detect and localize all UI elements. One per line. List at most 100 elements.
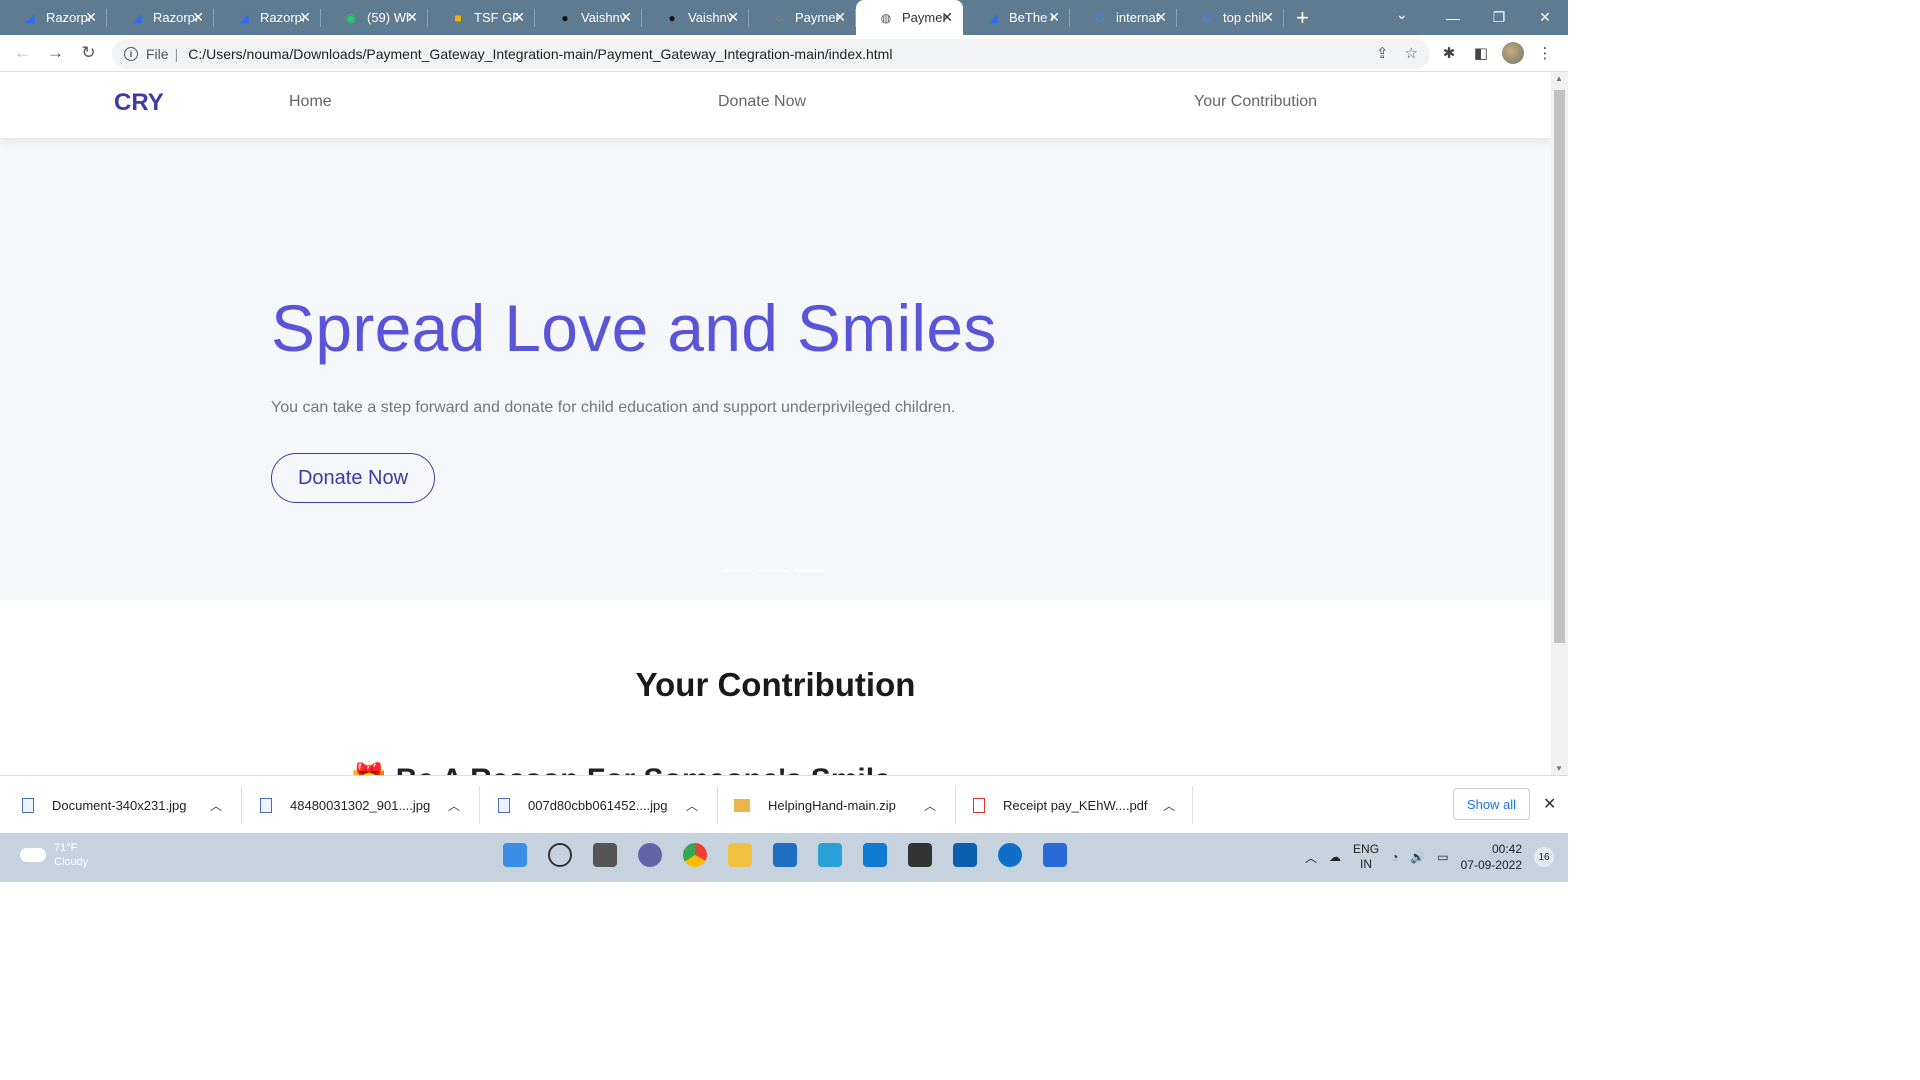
address-bar[interactable]: i File | C:/Users/nouma/Downloads/Paymen… [112, 39, 1430, 69]
browser-tab[interactable]: ○ Paymen ✕ [749, 0, 856, 35]
google-icon: G [1095, 10, 1105, 25]
scroll-down-arrow-icon[interactable]: ▼ [1555, 764, 1563, 773]
close-tab-icon[interactable]: ✕ [834, 9, 846, 26]
microsoft-store-icon[interactable] [953, 843, 977, 867]
side-panel-icon[interactable]: ◧ [1470, 39, 1492, 67]
volume-icon[interactable]: 🔊 [1410, 850, 1425, 864]
info-icon[interactable]: i [124, 47, 138, 61]
app-icon[interactable] [1043, 843, 1067, 867]
carousel-indicator-3[interactable] [794, 569, 824, 572]
share-icon[interactable]: ⇪ [1376, 44, 1389, 62]
section-title: Your Contribution [635, 666, 916, 703]
browser-tab[interactable]: ◢ BeThe C✕ [963, 0, 1070, 35]
close-tab-icon[interactable]: ✕ [299, 9, 311, 26]
clock[interactable]: 00:42 07-09-2022 [1461, 841, 1522, 873]
desktop-icon[interactable] [818, 843, 842, 867]
tab-search-icon[interactable]: ⌄ [1396, 6, 1408, 23]
close-tab-icon[interactable]: ✕ [620, 9, 632, 26]
download-item[interactable]: HelpingHand-main.zip ︿ [734, 776, 936, 834]
onedrive-cloud-icon[interactable]: ☁ [1329, 850, 1341, 864]
razorpay-icon: ◢ [132, 10, 142, 25]
browser-tab[interactable]: ● Vaishnv ✕ [642, 0, 749, 35]
forward-button[interactable]: → [39, 38, 72, 68]
browser-tab[interactable]: ● Vaishnv ✕ [535, 0, 642, 35]
download-filename: 007d80cbb061452....jpg [528, 797, 668, 813]
nav-home-link[interactable]: Home [289, 93, 332, 111]
bookmark-star-icon[interactable]: ☆ [1405, 44, 1418, 62]
browser-tab[interactable]: ◢ Razorpa✕ [107, 0, 214, 35]
file-explorer-icon[interactable] [728, 843, 752, 867]
store-icon[interactable] [773, 843, 797, 867]
close-tab-icon[interactable]: ✕ [406, 9, 418, 26]
browser-tab[interactable]: ■ TSF GRI✕ [428, 0, 535, 35]
page-scrollbar[interactable]: ▲ ▼ [1551, 72, 1568, 775]
nav-contribution-link[interactable]: Your Contribution [1194, 93, 1317, 111]
razorpay-icon: ◢ [25, 10, 35, 25]
restore-button[interactable]: ❐ [1476, 0, 1522, 35]
show-all-button[interactable]: Show all [1453, 788, 1530, 820]
menu-icon[interactable]: ⋮ [1534, 39, 1556, 67]
chevron-up-icon[interactable]: ︿ [210, 797, 222, 814]
donate-now-button[interactable]: Donate Now [271, 453, 435, 503]
minimize-button[interactable]: — [1430, 0, 1476, 35]
extensions-icon[interactable]: ✱ [1438, 39, 1460, 67]
browser-tab[interactable]: ◉ (59) Wh ✕ [321, 0, 428, 35]
divider [479, 786, 480, 824]
image-file-icon [22, 797, 34, 813]
close-tab-icon[interactable]: ✕ [1262, 9, 1274, 26]
browser-tab[interactable]: Ginternat ✕ [1070, 0, 1177, 35]
chat-icon[interactable] [638, 843, 662, 867]
close-tab-icon[interactable]: ✕ [727, 9, 739, 26]
profile-avatar[interactable] [1502, 42, 1524, 64]
battery-icon[interactable]: ▭ [1437, 850, 1448, 864]
download-item[interactable]: 48480031302_901....jpg ︿ [260, 776, 460, 834]
chevron-up-icon[interactable]: ︿ [686, 797, 698, 814]
back-button[interactable]: ← [6, 38, 39, 68]
browser-tab[interactable]: ◢ Razorpa✕ [0, 0, 107, 35]
image-file-icon [260, 797, 272, 813]
chevron-up-icon[interactable]: ︿ [1305, 849, 1317, 866]
language-indicator[interactable]: ENG IN [1353, 842, 1379, 872]
teamviewer-icon[interactable] [998, 843, 1022, 867]
chevron-up-icon[interactable]: ︿ [924, 797, 936, 814]
carousel-indicator-1[interactable] [722, 569, 752, 572]
site-brand[interactable]: CRY [114, 89, 164, 117]
browser-tab[interactable]: ◍ Paymen ✕ [856, 0, 963, 35]
vscode-icon[interactable] [863, 843, 887, 867]
chevron-up-icon[interactable]: ︿ [448, 797, 460, 814]
chevron-up-icon[interactable]: ︿ [1163, 797, 1175, 814]
browser-tab[interactable]: ◢ Razorpa✕ [214, 0, 321, 35]
download-shelf: Document-340x231.jpg ︿ 48480031302_901..… [0, 775, 1568, 833]
github-icon: ● [561, 10, 569, 25]
chrome-icon[interactable] [683, 843, 707, 867]
download-item[interactable]: Document-340x231.jpg ︿ [22, 776, 222, 834]
tab-title: Vaishnv [688, 10, 732, 25]
nav-donate-link[interactable]: Donate Now [718, 93, 806, 111]
tab-title: internat [1116, 10, 1160, 25]
close-tab-icon[interactable]: ✕ [1155, 9, 1167, 26]
browser-tab[interactable]: Gtop chil ✕ [1177, 0, 1284, 35]
close-tab-icon[interactable]: ✕ [1048, 9, 1060, 26]
download-item[interactable]: 007d80cbb061452....jpg ︿ [498, 776, 698, 834]
scroll-up-arrow-icon[interactable]: ▲ [1555, 74, 1563, 83]
close-tab-icon[interactable]: ✕ [85, 9, 97, 26]
close-tab-icon[interactable]: ✕ [192, 9, 204, 26]
close-window-button[interactable]: ✕ [1522, 0, 1568, 35]
sublime-icon[interactable] [908, 843, 932, 867]
scrollbar-thumb[interactable] [1554, 90, 1565, 643]
weather-widget[interactable]: 71°F Cloudy [20, 841, 88, 869]
close-tab-icon[interactable]: ✕ [941, 9, 953, 26]
url-text[interactable]: C:/Users/nouma/Downloads/Payment_Gateway… [188, 46, 892, 62]
search-icon[interactable] [548, 843, 572, 867]
close-shelf-icon[interactable]: ✕ [1543, 794, 1556, 814]
download-item[interactable]: Receipt pay_KEhW....pdf ︿ [973, 776, 1175, 834]
carousel-indicator-2[interactable] [758, 569, 788, 572]
task-view-icon[interactable] [593, 843, 617, 867]
close-tab-icon[interactable]: ✕ [513, 9, 525, 26]
download-filename: 48480031302_901....jpg [290, 797, 431, 813]
new-tab-button[interactable]: + [1296, 5, 1309, 31]
reload-button[interactable]: ↻ [72, 38, 105, 68]
notification-badge[interactable]: 16 [1534, 847, 1554, 867]
start-icon[interactable] [503, 843, 527, 867]
wifi-icon[interactable]: ◔ [1391, 850, 1398, 864]
